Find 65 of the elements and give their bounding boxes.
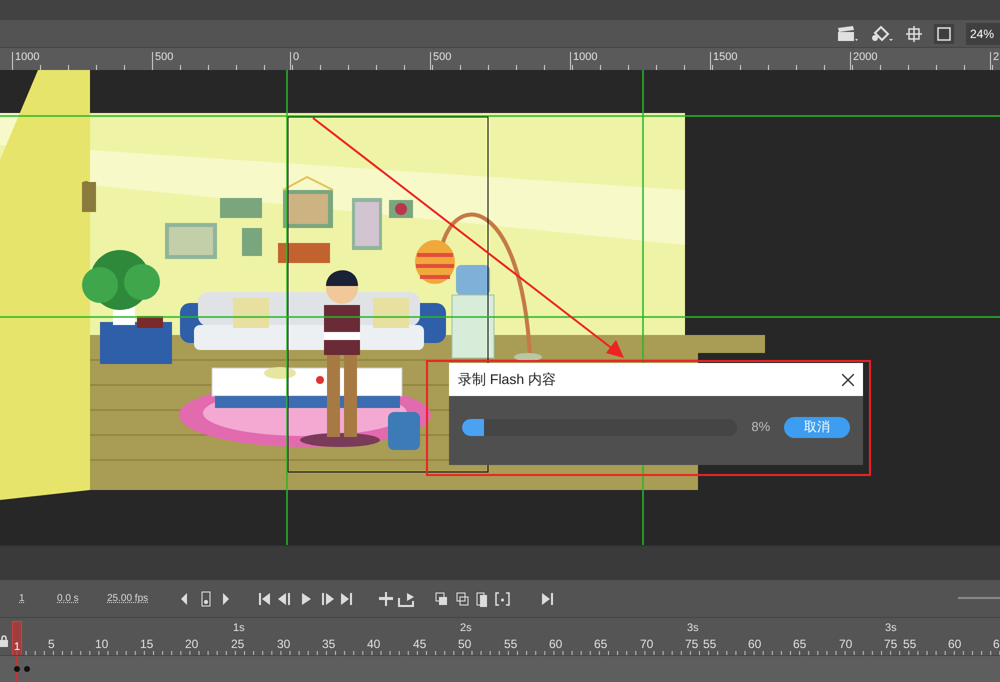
keyframe-icon [14, 666, 30, 672]
paint-bucket-icon[interactable] [870, 24, 894, 42]
second-mark: 3s [885, 621, 897, 636]
step-back-icon[interactable] [278, 593, 290, 605]
frame-number: 55 [504, 637, 518, 651]
frame-number: 35 [322, 637, 336, 651]
current-time[interactable]: 0.0 s [57, 591, 79, 606]
progress-percent: 8% [751, 418, 772, 436]
frame-number: 5 [48, 637, 55, 651]
go-to-end-icon[interactable] [542, 593, 553, 605]
zoom-field[interactable]: 24% [966, 22, 1000, 44]
frame-number: 25 [231, 637, 244, 651]
onion-skin-icon[interactable] [436, 592, 447, 605]
frame-number: 60 [549, 637, 562, 651]
frame-number: 75 [884, 637, 898, 651]
frame-number: 65 [793, 637, 806, 651]
frame-rate[interactable]: 25.00 fps [107, 591, 148, 606]
frame-number: 40 [367, 637, 380, 651]
play-icon[interactable] [302, 593, 311, 605]
frame-number: 30 [277, 637, 290, 651]
modify-markers-icon[interactable] [495, 592, 510, 606]
ruler-label: 1000 [573, 51, 598, 64]
lock-icon[interactable] [0, 635, 8, 647]
frame-number: 65 [594, 637, 608, 651]
second-mark: 3s [687, 621, 699, 636]
onion-marker-icon[interactable] [202, 592, 210, 606]
frame-number: 45 [413, 637, 426, 651]
frame-number: 15 [140, 637, 154, 651]
ruler-label: 0 [293, 51, 300, 64]
frame-number: 55 [903, 637, 916, 651]
go-to-first-icon[interactable] [259, 593, 270, 605]
frame-number: 70 [640, 637, 654, 651]
frame-number: 60 [948, 637, 962, 651]
center-frame-icon[interactable] [379, 592, 393, 606]
playhead[interactable]: 1 [12, 621, 22, 656]
ruler-label: 2 [993, 51, 1000, 64]
previous-frame-icon[interactable] [181, 593, 187, 605]
clip-frame-icon[interactable] [934, 24, 954, 44]
close-icon[interactable] [842, 374, 854, 386]
frame-number: 6 [993, 637, 1000, 651]
next-frame-icon[interactable] [223, 593, 229, 605]
crosshair-icon[interactable] [906, 26, 922, 42]
frame-number: 75 [685, 637, 698, 651]
frame-number: 50 [458, 637, 472, 651]
onion-skin-outline-icon[interactable] [456, 592, 468, 606]
second-mark: 1s [233, 621, 245, 636]
frame-number: 60 [748, 637, 762, 651]
current-frame[interactable]: 1 [19, 591, 25, 606]
frame-number: 20 [185, 637, 198, 651]
ruler-label: 500 [155, 51, 174, 64]
edit-multiple-frames-icon[interactable] [476, 592, 487, 607]
frame-number: 70 [839, 637, 852, 651]
loop-icon[interactable] [398, 593, 414, 607]
go-to-last-icon[interactable] [341, 593, 352, 605]
ruler-label: 500 [433, 51, 452, 64]
ruler-label: 1000 [15, 51, 40, 64]
cancel-button[interactable]: 取消 [784, 416, 850, 438]
clapperboard-icon[interactable] [836, 24, 858, 42]
frame-number: 55 [703, 637, 716, 651]
ruler-label: 2000 [853, 51, 878, 64]
ruler-label: 1500 [713, 51, 738, 64]
second-mark: 2s [460, 621, 472, 636]
frame-number: 10 [95, 637, 108, 651]
dialog-title: 录制 Flash 内容 [458, 370, 556, 389]
step-forward-icon[interactable] [322, 593, 334, 605]
